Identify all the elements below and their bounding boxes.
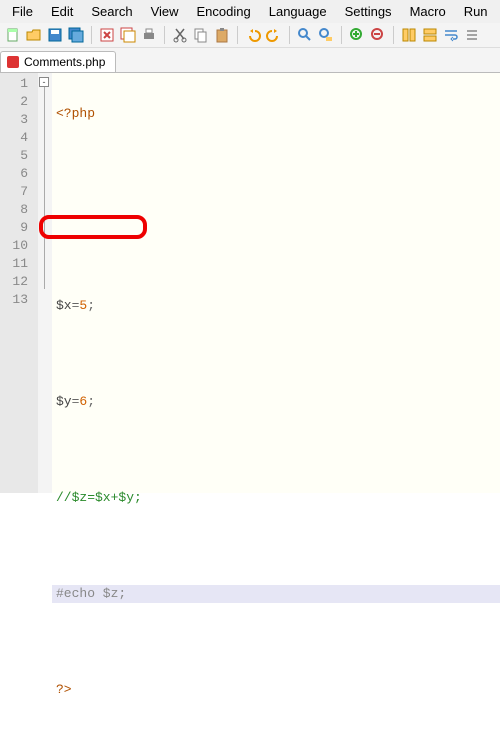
menu-encoding[interactable]: Encoding [189,2,259,21]
line-number: 2 [0,93,38,111]
line-number: 7 [0,183,38,201]
code-token: #echo $z; [56,586,126,601]
zoom-out-icon[interactable] [369,26,387,44]
fold-column: - [38,73,52,493]
line-number: 9 [0,219,38,237]
separator [393,26,394,44]
line-number: 5 [0,147,38,165]
code-token: $y [56,394,72,409]
line-number: 10 [0,237,38,255]
menu-run[interactable]: Run [456,2,496,21]
code-token: <?php [56,106,95,121]
fold-line [44,87,45,289]
menu-bar: File Edit Search View Encoding Language … [0,0,500,23]
close-all-icon[interactable] [119,26,137,44]
open-file-icon[interactable] [25,26,43,44]
find-icon[interactable] [296,26,314,44]
save-all-icon[interactable] [67,26,85,44]
menu-search[interactable]: Search [83,2,140,21]
code-token: $x [56,298,72,313]
show-all-icon[interactable] [463,26,481,44]
copy-icon[interactable] [192,26,210,44]
separator [341,26,342,44]
code-token: ; [87,394,95,409]
fold-toggle-icon[interactable]: - [39,77,49,87]
new-file-icon[interactable] [4,26,22,44]
print-icon[interactable] [140,26,158,44]
menu-file[interactable]: File [4,2,41,21]
unsaved-indicator-icon [7,56,19,68]
line-number: 1 [0,75,38,93]
undo-icon[interactable] [244,26,262,44]
menu-edit[interactable]: Edit [43,2,81,21]
sync-v-icon[interactable] [400,26,418,44]
toolbar [0,23,500,48]
line-number: 6 [0,165,38,183]
zoom-in-icon[interactable] [348,26,366,44]
editor-area: 1 2 3 4 5 6 7 8 9 10 11 12 13 - <?php $x… [0,73,500,493]
line-number: 12 [0,273,38,291]
code-token: ; [87,298,95,313]
line-number: 13 [0,291,38,309]
separator [164,26,165,44]
cut-icon[interactable] [171,26,189,44]
line-number: 3 [0,111,38,129]
redo-icon[interactable] [265,26,283,44]
separator [237,26,238,44]
save-icon[interactable] [46,26,64,44]
line-number: 4 [0,129,38,147]
menu-view[interactable]: View [143,2,187,21]
code-token: //$z=$x+$y; [56,490,142,505]
code-area[interactable]: <?php $x=5; $y=6; //$z=$x+$y; #echo $z; … [52,73,500,493]
line-number: 8 [0,201,38,219]
menu-settings[interactable]: Settings [337,2,400,21]
sync-h-icon[interactable] [421,26,439,44]
separator [91,26,92,44]
tab-bar: Comments.php [0,48,500,73]
code-token: ?> [56,682,72,697]
line-number: 11 [0,255,38,273]
tab-comments-php[interactable]: Comments.php [0,51,116,72]
tab-label: Comments.php [24,55,105,69]
close-icon[interactable] [98,26,116,44]
replace-icon[interactable] [317,26,335,44]
menu-macro[interactable]: Macro [402,2,454,21]
line-gutter: 1 2 3 4 5 6 7 8 9 10 11 12 13 [0,73,38,493]
paste-icon[interactable] [213,26,231,44]
menu-language[interactable]: Language [261,2,335,21]
separator [289,26,290,44]
wrap-icon[interactable] [442,26,460,44]
